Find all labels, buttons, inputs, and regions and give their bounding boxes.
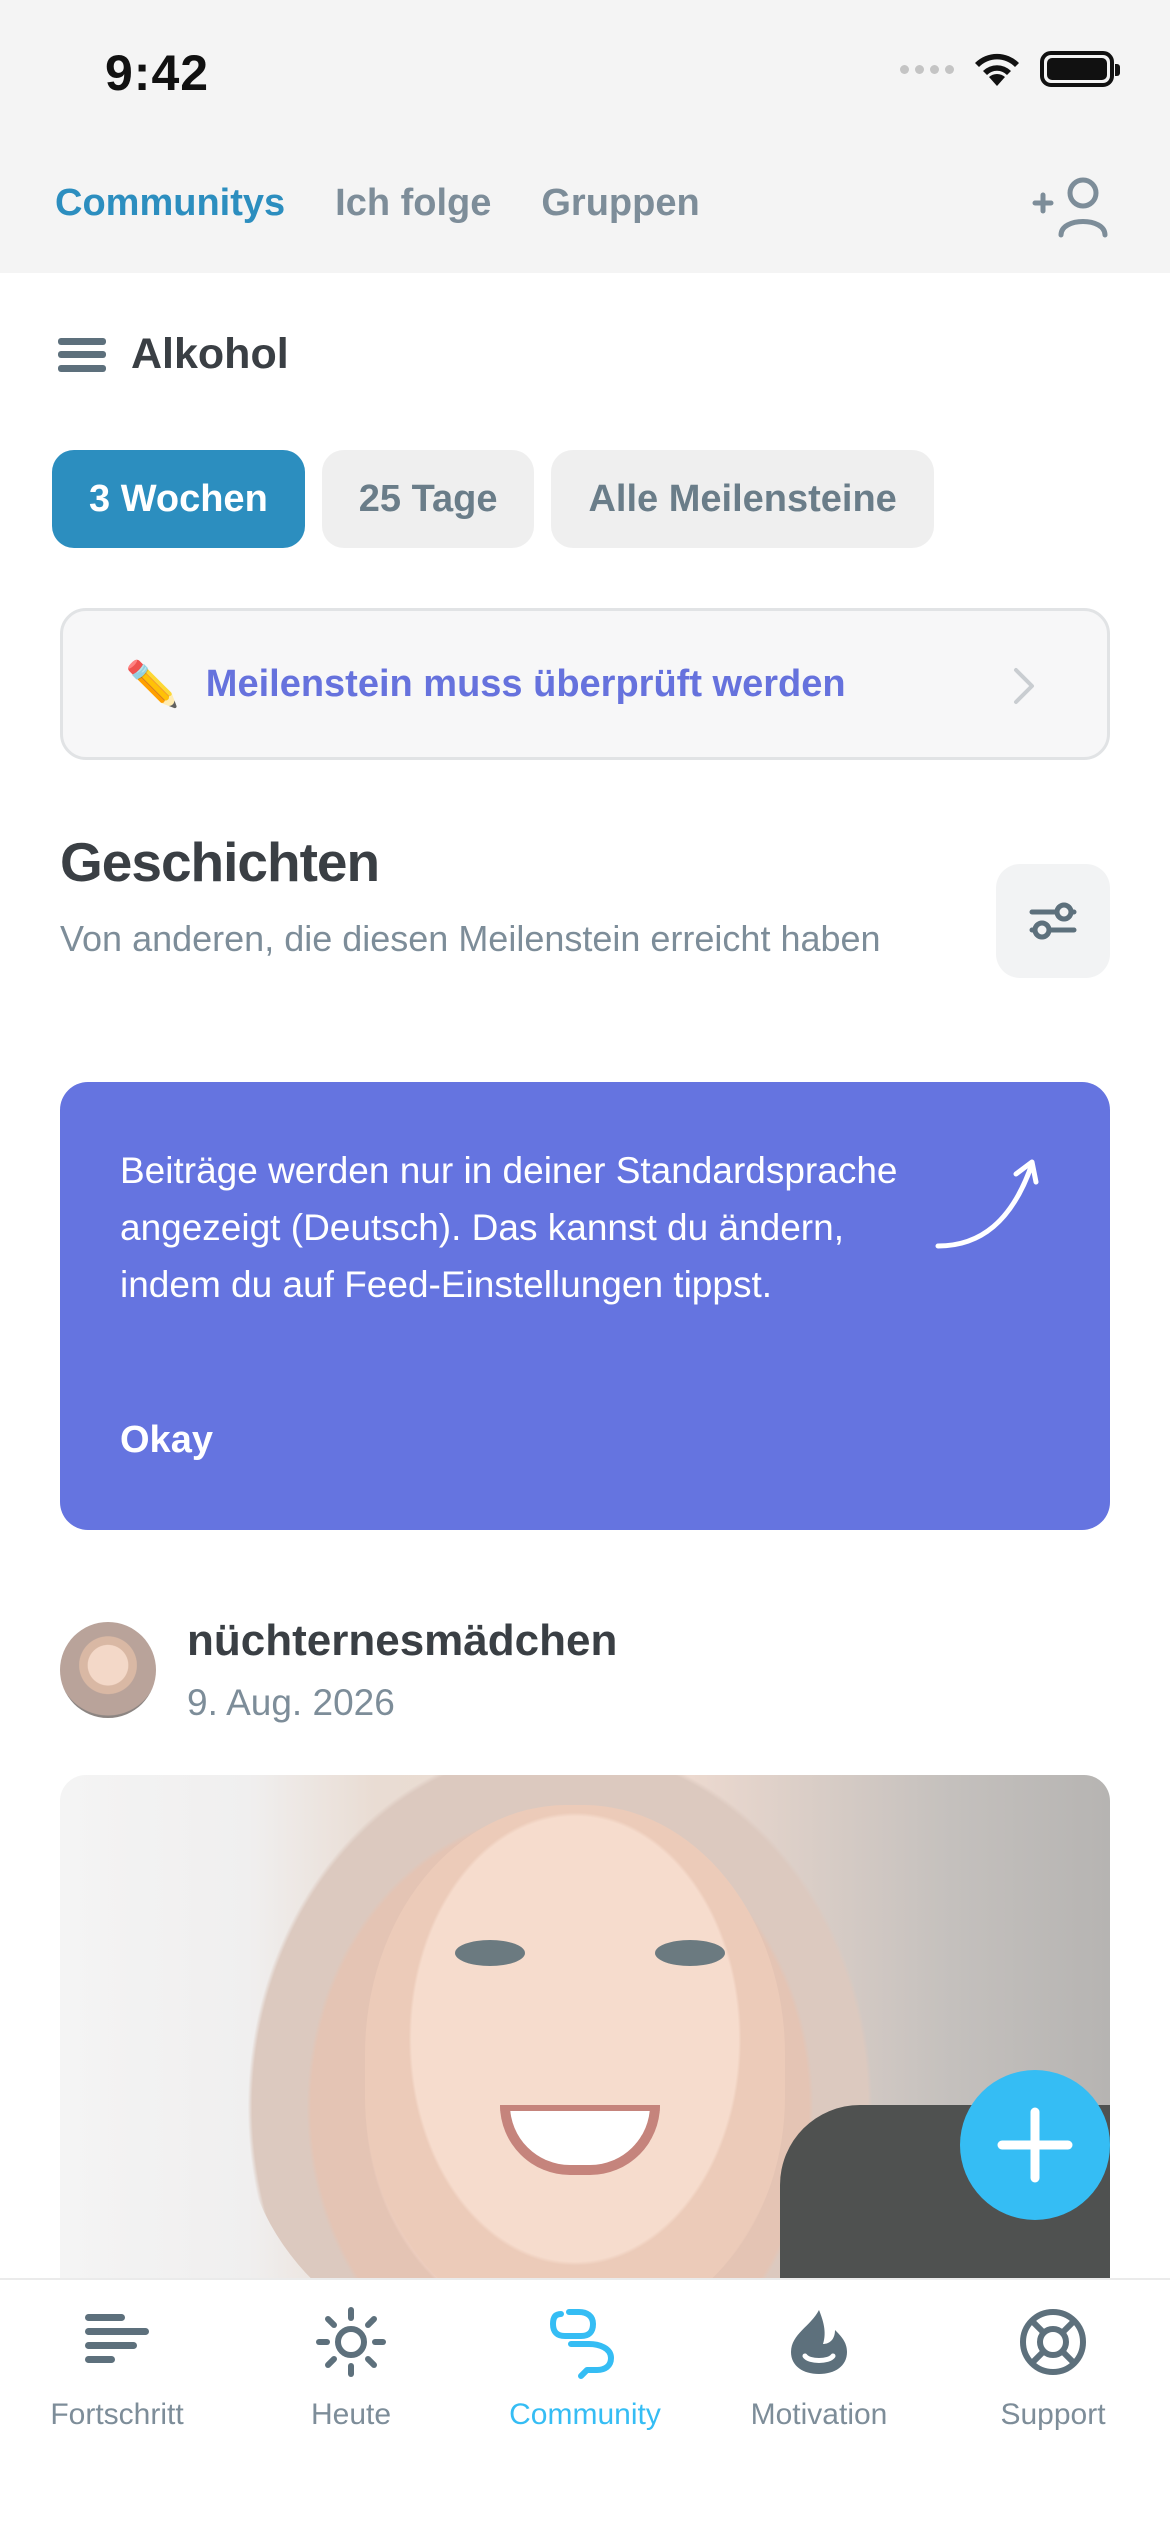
avatar[interactable]	[60, 1622, 156, 1718]
stories-title: Geschichten	[60, 831, 380, 893]
status-icons	[900, 50, 1120, 88]
info-message: Beiträge werden nur in deiner Standardsp…	[120, 1150, 898, 1305]
curved-arrow-icon	[935, 1159, 1039, 1249]
stories-subtitle: Von anderen, die diesen Meilenstein erre…	[60, 918, 881, 959]
tab-communitys[interactable]: Communitys	[55, 182, 285, 225]
tabbar-label-support: Support	[1000, 2398, 1106, 2431]
chevron-right-icon	[1014, 668, 1034, 704]
tabbar-item-fortschritt[interactable]: Fortschritt	[0, 2280, 234, 2432]
tabbar-item-heute[interactable]: Heute	[234, 2280, 468, 2432]
flame-icon	[791, 2310, 847, 2374]
add-post-button[interactable]	[960, 2070, 1110, 2220]
milestone-review-banner[interactable]: ✏️ Meilenstein muss überprüft werden	[60, 608, 1110, 760]
sliders-icon	[1029, 902, 1077, 940]
lifebuoy-icon	[1020, 2309, 1086, 2375]
tabbar-item-motivation[interactable]: Motivation	[702, 2280, 936, 2432]
okay-button[interactable]: Okay	[120, 1419, 213, 1462]
tab-gruppen[interactable]: Gruppen	[541, 182, 699, 225]
top-tabs: Communitys Ich folge Gruppen	[55, 182, 700, 225]
progress-bars-icon	[85, 2314, 149, 2363]
language-info-card: Beiträge werden nur in deiner Standardsp…	[60, 1082, 1110, 1530]
tab-ich-folge[interactable]: Ich folge	[335, 182, 491, 225]
status-time: 9:42	[105, 45, 210, 101]
feed-settings-button[interactable]	[996, 864, 1110, 978]
chat-bubbles-icon	[549, 2309, 614, 2379]
photo-eye-right	[655, 1940, 725, 1966]
sun-icon	[316, 2307, 386, 2377]
menu-icon	[58, 337, 106, 372]
chip-alle-meilensteine[interactable]: Alle Meilensteine	[551, 450, 934, 548]
post-username[interactable]: nüchternesmädchen	[187, 1616, 617, 1666]
milestone-chips: 3 Wochen 25 Tage Alle Meilensteine	[52, 450, 934, 548]
photo-face	[365, 1805, 785, 2280]
community-title: Alkohol	[131, 330, 289, 378]
plus-icon	[997, 2107, 1073, 2183]
add-friend-icon[interactable]	[1027, 173, 1115, 243]
bottom-tab-bar: Fortschritt Heute Community Motivation S…	[0, 2278, 1170, 2532]
top-header: 9:42 Communitys Ich folge Gruppen	[0, 0, 1170, 273]
chip-3-wochen[interactable]: 3 Wochen	[52, 450, 305, 548]
post-date: 9. Aug. 2026	[187, 1682, 395, 1723]
battery-icon	[1040, 51, 1120, 87]
tabbar-label-fortschritt: Fortschritt	[50, 2398, 184, 2431]
wifi-icon	[975, 53, 1019, 86]
community-selector[interactable]: Alkohol	[58, 330, 289, 379]
photo-eye-left	[455, 1940, 525, 1966]
cellular-signal-icon	[900, 64, 954, 74]
tabbar-label-heute: Heute	[310, 2398, 392, 2431]
tabbar-item-community[interactable]: Community	[468, 2280, 702, 2432]
pencil-icon: ✏️	[125, 660, 180, 709]
review-text: Meilenstein muss überprüft werden	[205, 662, 846, 705]
post-photo[interactable]	[60, 1775, 1110, 2280]
chip-25-tage[interactable]: 25 Tage	[321, 450, 535, 548]
tabbar-label-motivation: Motivation	[750, 2398, 888, 2431]
tabbar-item-support[interactable]: Support	[936, 2280, 1170, 2432]
tabbar-label-community: Community	[509, 2398, 661, 2431]
